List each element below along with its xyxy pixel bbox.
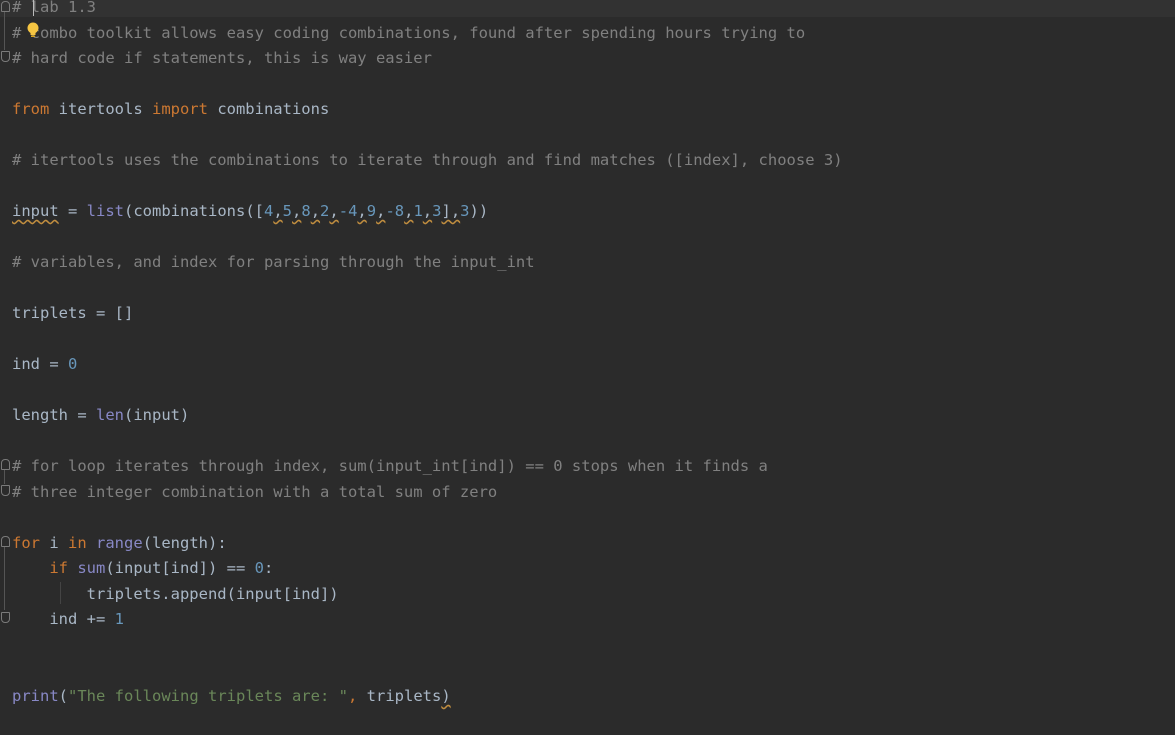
comma-warning: , [292,202,302,220]
code-line[interactable]: triplets = [] [12,302,133,324]
code-line-for[interactable]: for i in range(length): [12,532,227,554]
code-line[interactable]: # hard code if statements, this is way e… [12,47,432,69]
comma-warning: , [357,202,367,220]
code-line[interactable]: # combo toolkit allows easy coding combi… [12,22,805,44]
code-token: : [264,559,274,577]
fold-marker-icon[interactable] [1,1,10,12]
text-caret [33,0,34,16]
code-line[interactable]: # itertools uses the combinations to ite… [12,149,843,171]
fold-marker-icon[interactable] [1,536,10,547]
code-line[interactable]: # lab 1.3 [12,0,96,18]
code-token: itertools [49,100,152,118]
number: 1 [114,610,124,628]
code-line[interactable]: # for loop iterates through index, sum(i… [12,455,768,477]
fold-marker-icon[interactable] [1,485,10,496]
fold-guide [4,547,5,610]
number: 1 [413,202,423,220]
builtin: range [96,534,143,552]
keyword: in [68,534,87,552]
code-token: (combinations([ [124,202,264,220]
fold-marker-icon[interactable] [1,51,10,62]
code-token: ( [58,687,69,705]
code-token: (input) [124,406,190,424]
keyword: if [49,559,68,577]
number: 0 [68,355,78,373]
code-token: )) [469,202,489,220]
number: -4 [338,202,358,220]
keyword: from [12,100,50,118]
builtin: list [86,202,124,220]
code-token: ind += [12,610,115,628]
number: 2 [320,202,330,220]
keyword: import [151,100,208,118]
code-line-print[interactable]: print("The following triplets are: ", tr… [12,685,451,707]
code-token: i [40,534,68,552]
number: 8 [301,202,311,220]
number: 3 [460,202,470,220]
string: "The following triplets are: " [68,687,348,705]
comma-warning: , [310,202,321,220]
number: 9 [366,202,377,220]
fold-guide [4,470,5,484]
current-line-highlight [0,0,1175,17]
comma-warning: , [329,202,339,220]
fold-marker-icon[interactable] [1,459,10,470]
code-token: ], [441,202,461,220]
code-token: = [58,202,87,220]
code-line[interactable]: ind += 1 [12,608,124,630]
fold-guide [4,12,5,50]
code-token: length = [12,406,96,424]
lightbulb-intention-icon[interactable] [26,22,40,38]
code-line-input[interactable]: input = list(combinations([4,5,8,2,-4,9,… [12,200,488,222]
code-line-import[interactable]: from itertools import combinations [12,98,329,120]
number: 0 [254,559,264,577]
code-line-if[interactable]: if sum(input[ind]) == 0: [12,557,273,579]
number: 5 [282,202,293,220]
code-token: ind = [12,355,68,373]
code-token: , [347,687,358,705]
number: -8 [385,202,405,220]
comma-warning: , [273,202,283,220]
number: 4 [263,202,274,220]
keyword: for [12,534,40,552]
comma-warning: , [422,202,433,220]
code-editor[interactable]: # lab 1.3 # combo toolkit allows easy co… [0,0,1175,735]
variable-warning: input [12,202,59,220]
builtin: print [12,687,59,705]
code-line[interactable]: triplets.append(input[ind]) [12,583,339,605]
fold-marker-icon[interactable] [1,612,10,623]
code-line[interactable]: ind = 0 [12,353,77,375]
code-token: triplets [357,687,442,705]
code-line[interactable]: # variables, and index for parsing throu… [12,251,535,273]
code-line[interactable]: # three integer combination with a total… [12,481,497,503]
paren-warning: ) [441,687,451,705]
code-token: combinations [207,100,330,118]
code-line[interactable]: length = len(input) [12,404,189,426]
builtin: sum [77,559,106,577]
builtin: len [96,406,124,424]
code-token: (length): [142,534,227,552]
code-token: (input[ind]) == [105,559,255,577]
